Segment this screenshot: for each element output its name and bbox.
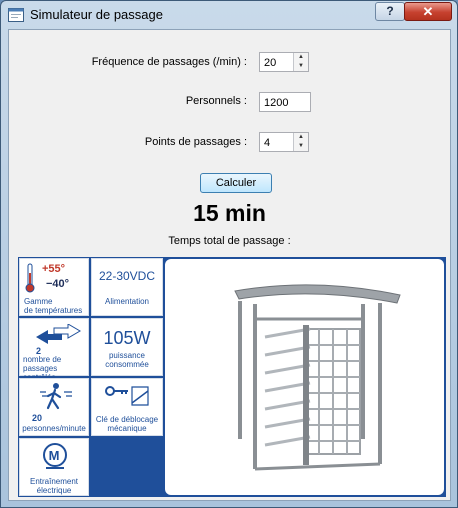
points-value: 4	[264, 137, 271, 149]
frequency-value: 20	[264, 57, 277, 69]
help-button[interactable]: ?	[375, 2, 405, 21]
temp-caption-1: Gamme	[24, 297, 53, 306]
personnel-value: 1200	[264, 97, 289, 109]
walking-person-icon	[40, 383, 72, 410]
calculate-button[interactable]: Calculer	[200, 173, 272, 193]
temperature-tile: +55° −40° Gamme de températures	[19, 258, 89, 316]
turnstile-image	[165, 259, 444, 495]
key-caption-2: mécanique	[107, 424, 147, 433]
motor-letter: M	[48, 448, 60, 463]
power-supply-caption: Alimentation	[104, 297, 150, 306]
points-spinbox[interactable]: 4 ▲ ▼	[259, 132, 309, 152]
electric-drive-tile: M Entraînement électrique	[19, 438, 89, 496]
frequency-down-arrow-icon[interactable]: ▼	[293, 62, 308, 71]
personnel-input[interactable]: 1200	[259, 92, 311, 112]
thermometer-icon	[25, 263, 35, 293]
frequency-spinbox[interactable]: 20 ▲ ▼	[259, 52, 309, 72]
power-value: 105W	[103, 328, 151, 348]
points-down-arrow-icon[interactable]: ▼	[293, 142, 308, 151]
power-caption-1: puissance	[108, 351, 146, 360]
temp-caption-2: de températures	[24, 306, 83, 315]
key-caption-1: Clé de déblocage	[95, 415, 159, 424]
points-label: Points de passages :	[144, 136, 247, 148]
title-bar[interactable]: Simulateur de passage ? ✕	[1, 1, 457, 29]
temp-cold-value: −40°	[46, 278, 70, 290]
throughput-caption: personnes/minute	[22, 424, 86, 433]
result-value: 15 min	[193, 200, 266, 226]
controlled-caption-1: nombre de	[23, 355, 62, 364]
app-icon	[8, 8, 24, 22]
motor-caption-1: Entraînement	[29, 477, 79, 486]
app-window: Simulateur de passage ? ✕ Fréquence de p…	[0, 0, 458, 508]
product-info-panel: +55° −40° Gamme de températures 22-30VDC…	[18, 257, 446, 497]
power-supply-value: 22-30VDC	[98, 269, 156, 283]
throughput-value: 20	[32, 413, 43, 423]
temp-hot-value: +55°	[42, 263, 66, 275]
result-caption: Temps total de passage :	[168, 235, 291, 247]
personnel-label: Personnels :	[185, 95, 247, 107]
window-title: Simulateur de passage	[30, 7, 163, 22]
turnstile-illustration	[234, 284, 401, 471]
power-caption-2: consommée	[105, 360, 149, 369]
client-area: Fréquence de passages (/min) : 20 ▲ ▼ Pe…	[8, 29, 451, 501]
motor-caption-2: électrique	[36, 486, 72, 495]
controlled-passages-tile: 2 nombre de passages contrôlés	[19, 318, 89, 382]
throughput-tile: 20 personnes/minute	[19, 378, 89, 436]
bidirectional-arrows-icon	[36, 324, 81, 344]
power-tile: 105W puissance consommée	[91, 318, 163, 376]
frequency-label: Fréquence de passages (/min) :	[91, 56, 247, 68]
power-supply-tile: 22-30VDC Alimentation	[91, 258, 163, 316]
close-button[interactable]: ✕	[404, 2, 452, 21]
key-unlock-tile: Clé de déblocage mécanique	[91, 378, 163, 436]
key-icon	[105, 386, 149, 406]
